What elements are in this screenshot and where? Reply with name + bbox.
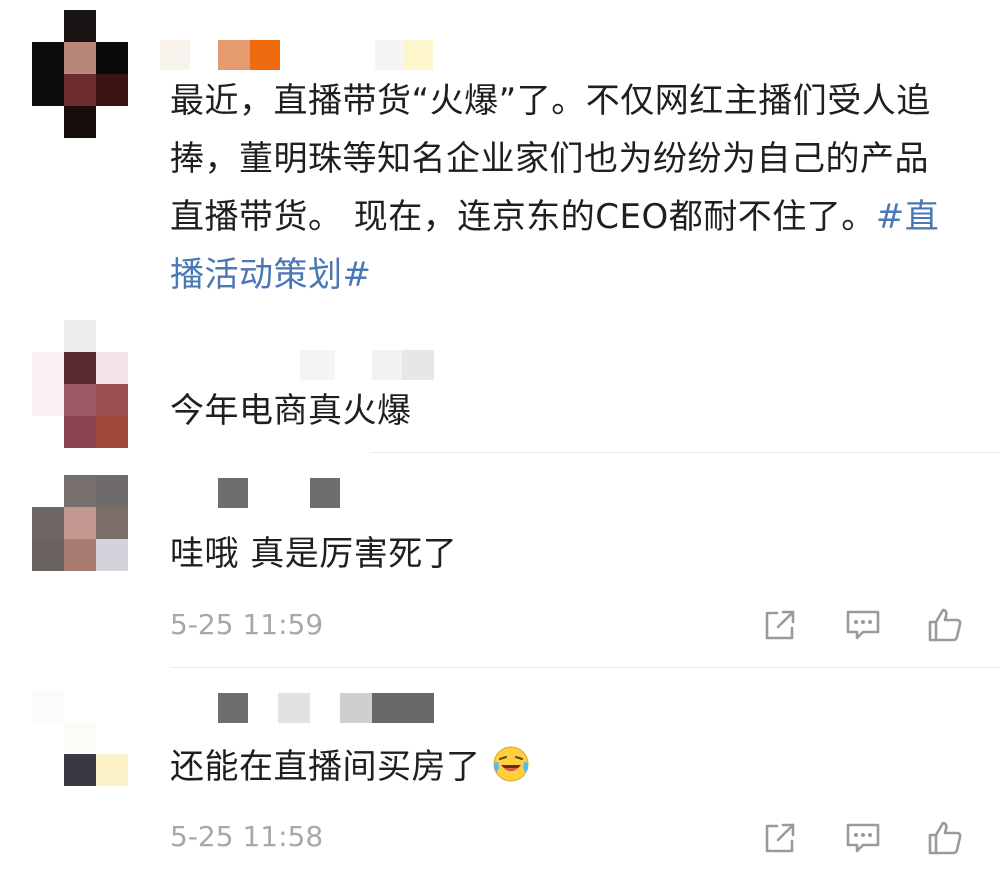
comment-text: 今年电商真火爆 [170, 382, 960, 440]
comment-text: 还能在直播间买房了 [170, 738, 960, 796]
like-icon[interactable] [925, 605, 965, 645]
username-redacted[interactable] [150, 350, 450, 380]
comment-text: 最近，直播带货“火爆”了。不仅网红主播们受人追捧，董明珠等知名企业家们也为纷纷为… [170, 72, 960, 304]
comment-item: 最近，直播带货“火爆”了。不仅网红主播们受人追捧，董明珠等知名企业家们也为纷纷为… [0, 0, 1000, 300]
comment-item: 今年电商真火爆 [0, 300, 1000, 460]
like-icon[interactable] [925, 818, 965, 858]
comment-text-content: 今年电商真火爆 [170, 391, 412, 431]
avatar[interactable] [32, 475, 128, 603]
share-icon[interactable] [760, 818, 800, 858]
username-redacted[interactable] [150, 40, 450, 70]
laughing-crying-emoji [491, 744, 531, 784]
comment-text-content: 哇哦 真是厉害死了 [170, 534, 458, 574]
share-icon[interactable] [760, 605, 800, 645]
comment-item: 还能在直播间买房了 5-25 11:58 [0, 670, 1000, 879]
comment-icon[interactable] [843, 818, 883, 858]
avatar[interactable] [32, 10, 128, 138]
comment-item: 哇哦 真是厉害死了 5-25 11:59 [0, 460, 1000, 670]
timestamp: 5-25 11:59 [170, 608, 324, 641]
avatar[interactable] [32, 320, 128, 448]
divider [370, 452, 1000, 453]
username-redacted[interactable] [150, 693, 450, 723]
comment-text-content: 最近，直播带货“火爆”了。不仅网红主播们受人追捧，董明珠等知名企业家们也为纷纷为… [170, 81, 931, 237]
timestamp: 5-25 11:58 [170, 820, 324, 853]
comment-text-content: 还能在直播间买房了 [170, 747, 481, 787]
divider [170, 667, 1000, 668]
comment-icon[interactable] [843, 605, 883, 645]
avatar[interactable] [32, 690, 128, 818]
username-redacted[interactable] [150, 478, 450, 508]
comment-text: 哇哦 真是厉害死了 [170, 525, 960, 583]
